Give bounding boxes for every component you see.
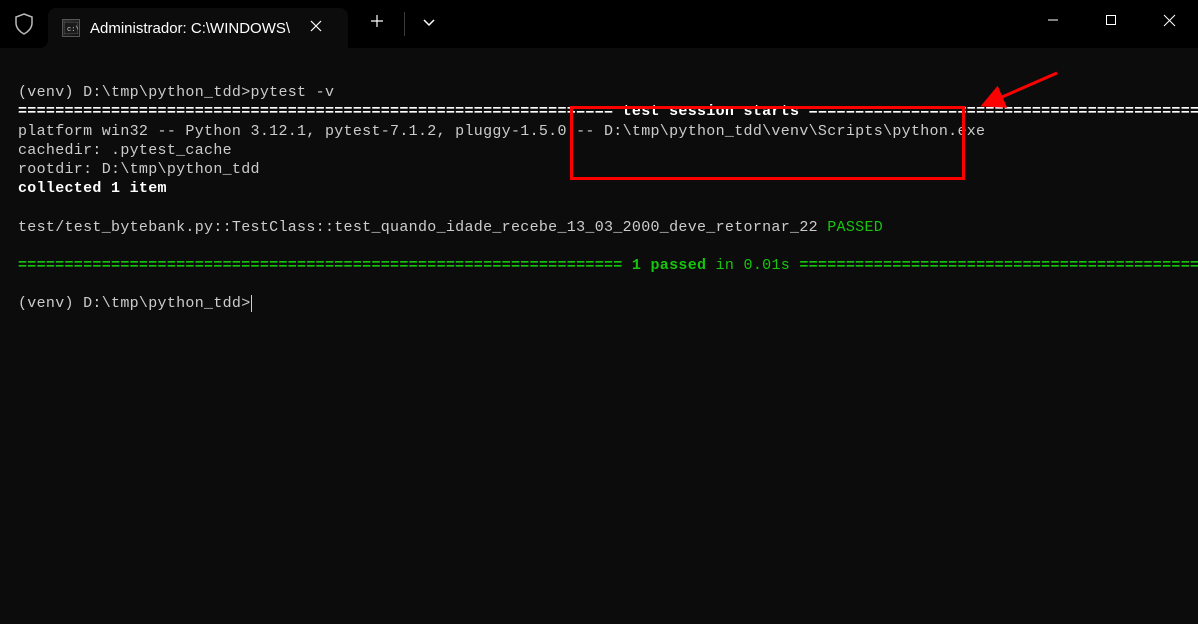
test-spacer — [883, 219, 1198, 236]
passed-count: 1 passed — [632, 257, 706, 274]
tab-close-button[interactable] — [304, 16, 328, 41]
minimize-button[interactable] — [1024, 0, 1082, 40]
new-tab-button[interactable] — [354, 4, 400, 44]
session-header: test session starts — [623, 103, 800, 120]
passed-time: in 0.01s — [706, 257, 790, 274]
collected-line: collected 1 item — [18, 180, 167, 197]
cursor-icon — [251, 295, 252, 312]
tab-title: Administrador: C:\WINDOWS\ — [90, 20, 290, 37]
maximize-button[interactable] — [1082, 0, 1140, 40]
prompt: (venv) D:\tmp\python_tdd> — [18, 295, 251, 312]
command-text: pytest -v — [251, 84, 335, 101]
session-rule-left: ========================================… — [18, 103, 623, 120]
passed-rule-left: ========================================… — [18, 257, 632, 274]
tab-dropdown-button[interactable] — [409, 7, 449, 41]
platform-line: platform win32 -- Python 3.12.1, pytest-… — [18, 123, 985, 140]
rootdir-line: rootdir: D:\tmp\python_tdd — [18, 161, 260, 178]
window-controls — [1024, 0, 1198, 40]
svg-text:c:\: c:\ — [67, 26, 78, 34]
cmd-prompt-icon: c:\ — [62, 19, 80, 37]
passed-rule-right: ========================================… — [790, 257, 1198, 274]
terminal-output[interactable]: (venv) D:\tmp\python_tdd>pytest -v =====… — [0, 48, 1198, 624]
titlebar: c:\ Administrador: C:\WINDOWS\ — [0, 0, 1198, 48]
cachedir-line: cachedir: .pytest_cache — [18, 142, 232, 159]
session-rule-right: ========================================… — [799, 103, 1198, 120]
prompt: (venv) D:\tmp\python_tdd> — [18, 84, 251, 101]
test-status: PASSED — [818, 219, 883, 236]
close-button[interactable] — [1140, 0, 1198, 40]
test-result-name: test/test_bytebank.py::TestClass::test_q… — [18, 219, 818, 236]
tab-active[interactable]: c:\ Administrador: C:\WINDOWS\ — [48, 8, 348, 48]
tab-divider — [404, 12, 405, 36]
